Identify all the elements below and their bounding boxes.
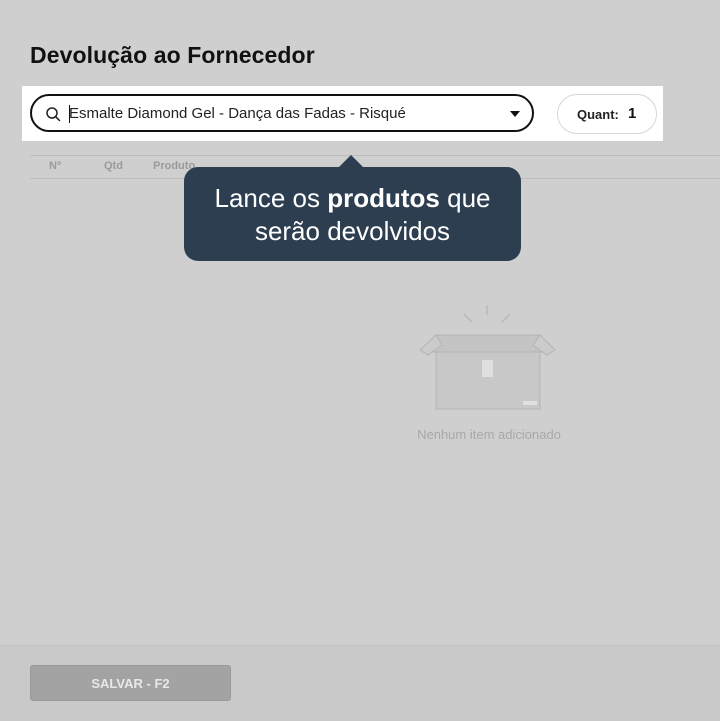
quantity-field[interactable]: Quant: 1 (557, 94, 657, 134)
empty-state-message: Nenhum item adicionado (417, 427, 561, 442)
tooltip-text-bold: produtos (327, 183, 440, 213)
onboarding-tooltip: Lance os produtos que serão devolvidos (184, 167, 521, 261)
search-value: Esmalte Diamond Gel - Dança das Fadas - … (69, 105, 406, 122)
product-search-input[interactable]: Esmalte Diamond Gel - Dança das Fadas - … (30, 94, 534, 132)
save-button[interactable]: SALVAR - F2 (30, 665, 231, 701)
tooltip-text-start: Lance os (214, 183, 328, 213)
text-caret (69, 105, 70, 123)
quantity-label: Quant: (577, 107, 619, 122)
page-title: Devolução ao Fornecedor (30, 42, 315, 68)
empty-box-icon (419, 305, 556, 410)
chevron-down-icon[interactable] (510, 111, 520, 117)
quantity-value[interactable]: 1 (628, 105, 636, 122)
search-icon (46, 107, 61, 122)
column-header-qty: Qtd (104, 160, 123, 172)
column-header-number: Nº (49, 160, 61, 172)
